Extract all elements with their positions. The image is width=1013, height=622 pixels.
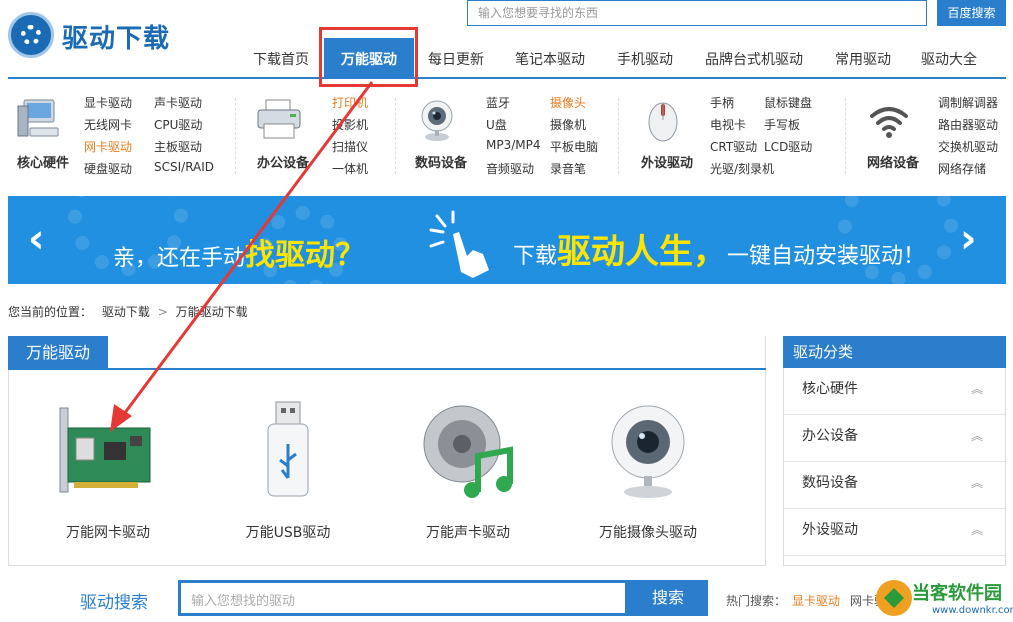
category-links: 调制解调器 路由器驱动 交换机驱动 网络存储 — [938, 94, 1010, 182]
category-digital: 数码设备 蓝牙 摄像头 U盘 摄像机 MP3/MP4 平板电脑 音频驱动 录音笔 — [406, 94, 616, 180]
sidebar-item-digital[interactable]: 数码设备 ︽ — [784, 462, 1005, 509]
link-network-storage[interactable]: 网络存储 — [938, 160, 1010, 182]
sidebar-title: 驱动分类 — [783, 336, 1006, 368]
link-handwriting-pad[interactable]: 手写板 — [764, 116, 834, 138]
hot-search-link[interactable]: 显卡驱动 — [792, 592, 840, 609]
link-mp3-mp4[interactable]: MP3/MP4 — [486, 138, 550, 160]
category-links: 手柄 鼠标键盘 电视卡 手写板 CRT驱动 LCD驱动 光驱/刻录机 — [710, 94, 834, 182]
sidebar-item-office[interactable]: 办公设备 ︽ — [784, 415, 1005, 462]
highlight-annotation-box — [319, 27, 418, 87]
driver-search-input[interactable]: 输入您想找的驱动 — [178, 580, 628, 616]
link-crt-driver[interactable]: CRT驱动 — [710, 138, 764, 160]
link-tv-card[interactable]: 电视卡 — [710, 116, 764, 138]
product-label[interactable]: 万能声卡驱动 — [388, 522, 548, 542]
link-mouse-keyboard[interactable]: 鼠标键盘 — [764, 94, 834, 116]
webcam-icon — [598, 400, 698, 500]
nav-phone-driver[interactable]: 手机驱动 — [616, 38, 674, 78]
category-name[interactable]: 数码设备 — [406, 152, 476, 171]
link-switch-driver[interactable]: 交换机驱动 — [938, 138, 1010, 160]
link-camcorder[interactable]: 摄像机 — [550, 116, 620, 138]
sidebar-item-label: 数码设备 — [802, 475, 858, 491]
chevron-up-icon: ︽ — [970, 523, 983, 537]
sidebar-item-core-hardware[interactable]: 核心硬件 ︽ — [784, 368, 1005, 415]
driver-search-label: 驱动搜索 — [80, 593, 148, 613]
product-label[interactable]: 万能摄像头驱动 — [568, 522, 728, 542]
nav-home[interactable]: 下载首页 — [250, 38, 312, 78]
category-name[interactable]: 网络设备 — [858, 152, 928, 171]
sidebar-item-peripherals[interactable]: 外设驱动 ︽ — [784, 509, 1005, 556]
breadcrumb-label: 您当前的位置： — [8, 305, 93, 319]
link-lcd-driver[interactable]: LCD驱动 — [764, 138, 834, 160]
banner-prev-arrow-icon[interactable]: ‹ — [28, 216, 44, 262]
category-separator — [845, 98, 846, 174]
category-links: 蓝牙 摄像头 U盘 摄像机 MP3/MP4 平板电脑 音频驱动 录音笔 — [486, 94, 620, 182]
link-audio-driver[interactable]: 音频驱动 — [486, 160, 550, 182]
link-router-driver[interactable]: 路由器驱动 — [938, 116, 1010, 138]
wifi-icon — [864, 98, 914, 142]
watermark-name: 当客软件园 — [912, 583, 1002, 604]
banner-emphasis-2: 驱动人生， — [557, 232, 728, 272]
mouse-icon — [638, 98, 688, 142]
link-bluetooth[interactable]: 蓝牙 — [486, 94, 550, 116]
hand-tap-icon — [429, 210, 489, 278]
nav-divider — [8, 77, 1006, 79]
product-webcam[interactable]: 万能摄像头驱动 — [568, 400, 728, 542]
logo-text: 驱动下载 — [62, 24, 171, 54]
computer-icon — [14, 98, 64, 142]
link-optical-drive[interactable]: 光驱/刻录机 — [710, 160, 774, 182]
banner-next-arrow-icon[interactable]: › — [960, 216, 976, 262]
gear-logo-icon — [8, 12, 54, 58]
link-webcam[interactable]: 摄像头 — [550, 94, 620, 116]
top-search-input[interactable]: 输入您想要寻找的东西 — [467, 0, 927, 26]
banner-mid: 下载 — [513, 244, 558, 269]
driver-search-button[interactable]: 搜索 — [628, 580, 708, 616]
nav-daily-update[interactable]: 每日更新 — [428, 38, 484, 78]
category-name[interactable]: 核心硬件 — [8, 152, 78, 171]
link-voice-recorder[interactable]: 录音笔 — [550, 160, 620, 182]
watermark-url: www.downkr.com — [932, 605, 1013, 616]
banner-suffix: 一键自动安装驱动！ — [727, 244, 926, 269]
chevron-up-icon: ︽ — [970, 476, 983, 490]
banner-text-right: 下载驱动人生，一键自动安装驱动！ — [513, 224, 925, 273]
link-modem[interactable]: 调制解调器 — [938, 94, 1010, 116]
sidebar-item-label: 外设驱动 — [802, 522, 858, 538]
nav-driver-collection[interactable]: 驱动大全 — [920, 38, 978, 78]
nav-common-driver[interactable]: 常用驱动 — [834, 38, 892, 78]
baidu-search-button[interactable]: 百度搜索 — [937, 0, 1006, 26]
product-sound-card[interactable]: 万能声卡驱动 — [388, 400, 548, 542]
category-peripherals: 外设驱动 手柄 鼠标键盘 电视卡 手写板 CRT驱动 LCD驱动 光驱/刻录机 — [632, 94, 842, 180]
sidebar-item-label: 办公设备 — [802, 428, 858, 444]
hot-search-label: 热门搜索： — [726, 594, 787, 608]
product-label[interactable]: 万能网卡驱动 — [28, 522, 188, 542]
site-logo[interactable]: 驱动下载 — [8, 12, 188, 58]
link-usb-disk[interactable]: U盘 — [486, 116, 550, 138]
nav-brand-desktop-driver[interactable]: 品牌台式机驱动 — [704, 38, 804, 78]
product-label[interactable]: 万能USB驱动 — [208, 522, 368, 542]
annotation-arrow-icon — [110, 81, 374, 432]
link-gamepad[interactable]: 手柄 — [710, 94, 764, 116]
link-tablet[interactable]: 平板电脑 — [550, 138, 620, 160]
category-name[interactable]: 外设驱动 — [632, 152, 702, 171]
chevron-up-icon: ︽ — [970, 429, 983, 443]
chevron-up-icon: ︽ — [970, 382, 983, 396]
nav-laptop-driver[interactable]: 笔记本驱动 — [514, 38, 586, 78]
speaker-music-icon — [418, 400, 518, 500]
category-separator — [618, 98, 619, 174]
sidebar-item-label: 核心硬件 — [802, 381, 858, 397]
category-separator — [395, 98, 396, 174]
category-network: 网络设备 调制解调器 路由器驱动 交换机驱动 网络存储 — [858, 94, 1008, 180]
webcam-icon — [412, 98, 462, 142]
